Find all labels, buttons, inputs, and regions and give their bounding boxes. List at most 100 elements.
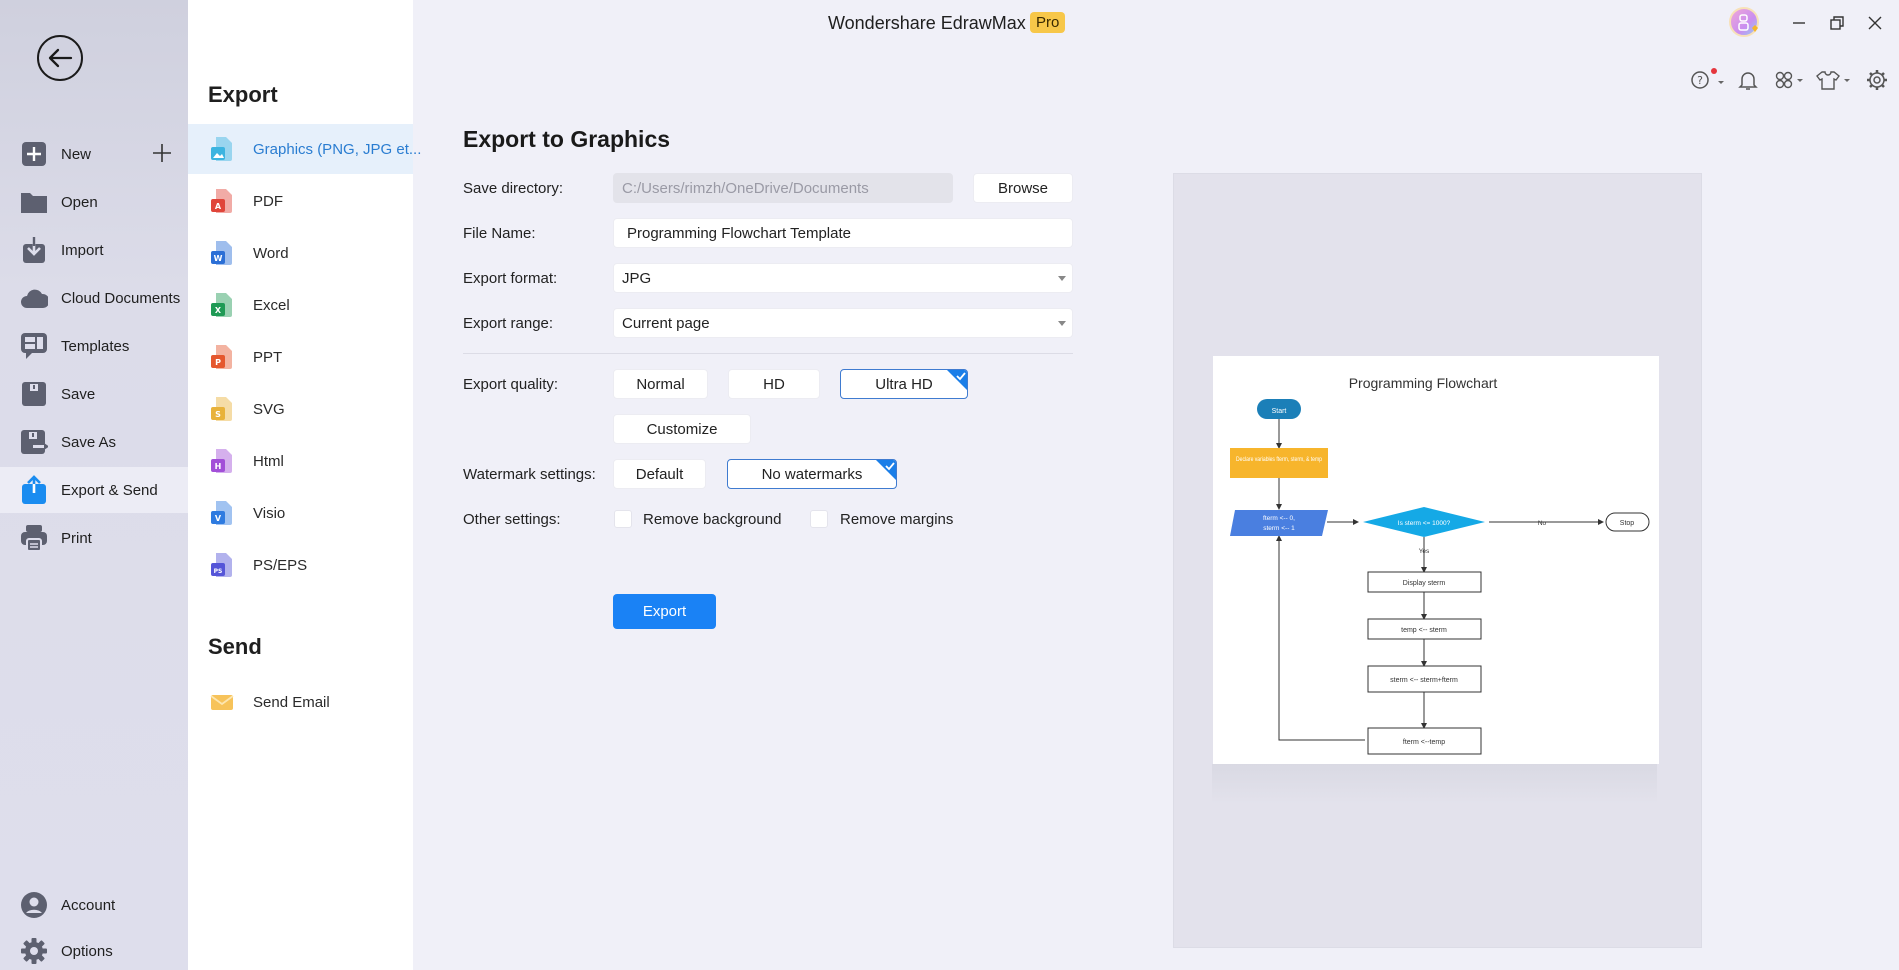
- svg-text:S: S: [215, 410, 221, 419]
- declare-node-label: Declare variables fterm, sterm, & temp: [1236, 457, 1323, 463]
- export-item-excel[interactable]: X Excel: [188, 280, 413, 330]
- nav-label: New: [61, 145, 92, 163]
- export-item-label: Graphics (PNG, JPG et...: [253, 140, 422, 158]
- nav-item-save-as[interactable]: Save As: [0, 419, 188, 465]
- user-icon: [20, 891, 48, 919]
- watermark-none-button[interactable]: No watermarks: [727, 459, 897, 489]
- close-icon: [1868, 16, 1882, 30]
- export-format-value: JPG: [622, 269, 652, 287]
- edge-label-yes: Yes: [1419, 548, 1430, 555]
- nav-item-cloud-documents[interactable]: Cloud Documents: [0, 275, 188, 321]
- remove-background-label: Remove background: [643, 511, 782, 528]
- file-name-value: Programming Flowchart Template: [627, 224, 851, 242]
- save-icon: [20, 380, 48, 408]
- nav-item-print[interactable]: Print: [0, 515, 188, 561]
- export-heading: Export: [208, 82, 278, 107]
- file-type-icon: A: [210, 188, 234, 214]
- import-icon: [20, 236, 48, 264]
- export-format-select[interactable]: JPG: [613, 263, 1073, 293]
- declare-node: [1230, 448, 1328, 478]
- restore-button[interactable]: [1822, 10, 1852, 36]
- nav-item-templates[interactable]: Templates: [0, 323, 188, 369]
- svg-text:X: X: [215, 306, 222, 315]
- quality-hd-button[interactable]: HD: [728, 369, 820, 399]
- file-type-icon: W: [210, 240, 234, 266]
- nav-item-open[interactable]: Open: [0, 179, 188, 225]
- user-avatar[interactable]: [1728, 6, 1762, 40]
- export-button[interactable]: Export: [613, 594, 716, 629]
- export-item-label: PS/EPS: [253, 556, 308, 574]
- export-quality-label: Export quality:: [463, 376, 559, 393]
- chevron-down-icon: [1058, 321, 1066, 326]
- gear-icon: [20, 937, 48, 965]
- close-button[interactable]: [1860, 10, 1890, 36]
- notifications-button[interactable]: [1738, 68, 1758, 92]
- flowchart-title: Programming Flowchart: [1349, 375, 1498, 391]
- theme-button[interactable]: [1816, 68, 1852, 92]
- minimize-button[interactable]: [1784, 10, 1814, 36]
- remove-margins-checkbox[interactable]: [810, 510, 828, 528]
- browse-button[interactable]: Browse: [973, 173, 1073, 203]
- export-item-label: SVG: [253, 400, 285, 418]
- file-type-icon: X: [210, 292, 234, 318]
- preview-page-shadow: [1212, 764, 1657, 804]
- cloud-icon: [20, 284, 48, 312]
- export-item-label: Visio: [253, 504, 286, 522]
- file-name-input[interactable]: Programming Flowchart Template: [613, 218, 1073, 248]
- quality-customize-button[interactable]: Customize: [613, 414, 751, 444]
- remove-margins-label: Remove margins: [840, 511, 954, 528]
- nav-item-account[interactable]: Account: [0, 882, 188, 928]
- save-directory-field: C:/Users/rimzh/OneDrive/Documents: [613, 173, 953, 203]
- export-item-ppt[interactable]: P PPT: [188, 332, 413, 382]
- init-node-label-1: fterm <-- 0,: [1263, 515, 1295, 522]
- file-type-icon: [210, 136, 234, 162]
- export-item-pdf[interactable]: A PDF: [188, 176, 413, 226]
- page-title: Export to Graphics: [463, 126, 671, 152]
- decision-node-label: Is sterm <= 1000?: [1398, 520, 1451, 527]
- nav-label: Export & Send: [61, 481, 158, 499]
- nav-item-new[interactable]: New: [0, 131, 188, 177]
- nav-item-import[interactable]: Import: [0, 227, 188, 273]
- plus-square-icon: [20, 140, 48, 168]
- add-new-icon[interactable]: [152, 143, 172, 163]
- export-item-word[interactable]: W Word: [188, 228, 413, 278]
- export-item-pseps[interactable]: PS PS/EPS: [188, 540, 413, 590]
- apps-grid-icon: [1775, 71, 1803, 89]
- svg-text:P: P: [215, 358, 221, 367]
- envelope-icon: [210, 689, 234, 715]
- nav-label: Options: [61, 942, 113, 960]
- file-type-icon: H: [210, 448, 234, 474]
- export-item-visio[interactable]: V Visio: [188, 488, 413, 538]
- apps-button[interactable]: [1774, 68, 1806, 92]
- nav-label: Import: [61, 241, 104, 259]
- watermark-none-label: No watermarks: [761, 465, 863, 483]
- svg-text:W: W: [214, 254, 223, 263]
- arrow-left-icon: [48, 48, 73, 68]
- app-title: Wondershare EdrawMax: [828, 13, 1026, 33]
- export-range-select[interactable]: Current page: [613, 308, 1073, 338]
- file-type-icon: V: [210, 500, 234, 526]
- back-button[interactable]: [37, 35, 83, 81]
- quality-normal-button[interactable]: Normal: [613, 369, 708, 399]
- send-email-label: Send Email: [253, 693, 330, 711]
- nav-label: Cloud Documents: [61, 289, 181, 307]
- nav-item-export-send[interactable]: Export & Send: [0, 467, 188, 513]
- export-item-html[interactable]: H Html: [188, 436, 413, 486]
- selected-check-icon: [876, 460, 896, 480]
- file-type-icon: PS: [210, 552, 234, 578]
- display-node-label: Display sterm: [1403, 580, 1446, 587]
- help-button[interactable]: ?: [1690, 68, 1726, 92]
- export-item-graphics[interactable]: Graphics (PNG, JPG et...: [188, 124, 421, 174]
- shirt-theme-icon: [1816, 71, 1850, 90]
- settings-button[interactable]: [1866, 68, 1888, 92]
- preview-page: Programming Flowchart Start Declare vari…: [1213, 356, 1659, 764]
- remove-background-checkbox[interactable]: [614, 510, 632, 528]
- send-email-item[interactable]: Send Email: [188, 677, 413, 727]
- export-item-svg[interactable]: S SVG: [188, 384, 413, 434]
- nav-item-save[interactable]: Save: [0, 371, 188, 417]
- pro-badge: Pro: [1030, 12, 1066, 33]
- quality-ultra-hd-button[interactable]: Ultra HD: [840, 369, 968, 399]
- export-item-label: PPT: [253, 348, 283, 366]
- nav-item-options[interactable]: Options: [0, 928, 188, 970]
- watermark-default-button[interactable]: Default: [613, 459, 706, 489]
